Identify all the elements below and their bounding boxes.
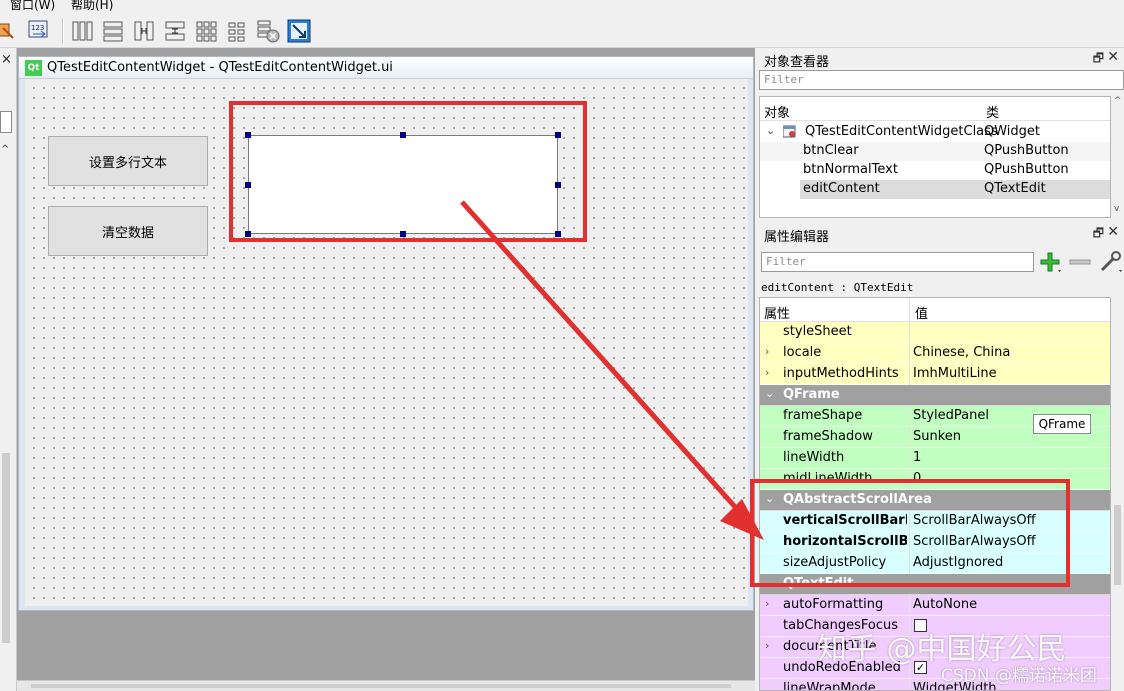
break-layout-icon[interactable] bbox=[255, 18, 281, 44]
widget-icon bbox=[782, 125, 797, 143]
resize-handle[interactable] bbox=[400, 132, 406, 138]
edit-tab-order-icon[interactable] bbox=[0, 18, 20, 44]
resize-handle[interactable] bbox=[245, 231, 251, 237]
tree-object-name: btnClear bbox=[803, 143, 859, 158]
tree-class-name: QPushButton bbox=[984, 162, 1069, 177]
clear-data-button[interactable]: 清空数据 bbox=[48, 206, 208, 256]
wrench-icon[interactable] bbox=[1098, 248, 1124, 277]
object-inspector-header: 对象查看器 🗗 ✕ bbox=[757, 48, 1124, 70]
property-row[interactable]: midLineWidth 0 bbox=[760, 469, 1110, 490]
object-tree: 对象 类 ⌄ QTestEditContentWidgetClass QWidg… bbox=[759, 96, 1111, 218]
layout-vertical-icon[interactable] bbox=[100, 18, 126, 44]
adjust-size-icon[interactable] bbox=[286, 18, 312, 44]
property-row[interactable]: verticalScrollBarP... ScrollBarAlwaysOff bbox=[760, 511, 1110, 532]
left-dock-scroll-up-icon[interactable]: ^ bbox=[1, 144, 9, 155]
tree-class-name: QTextEdit bbox=[984, 181, 1046, 196]
tree-class-name: QPushButton bbox=[984, 143, 1069, 158]
toolbar: 123 bbox=[0, 12, 1124, 48]
layout-horizontal-icon[interactable] bbox=[69, 18, 95, 44]
tree-row[interactable]: ⌄ QTestEditContentWidgetClass QWidget bbox=[760, 123, 1110, 142]
resize-handle[interactable] bbox=[245, 182, 251, 188]
resize-handle[interactable] bbox=[400, 231, 406, 237]
layout-form-icon[interactable] bbox=[224, 18, 250, 44]
chevron-down-icon[interactable]: ⌄ bbox=[765, 576, 774, 589]
tree-object-name: editContent bbox=[803, 181, 880, 196]
tree-object-name: btnNormalText bbox=[803, 162, 898, 177]
form-window: Qt QTestEditContentWidget - QTestEditCon… bbox=[18, 56, 754, 611]
tree-class-name: QWidget bbox=[984, 124, 1041, 139]
chevron-right-icon[interactable]: › bbox=[765, 597, 769, 610]
chevron-down-icon[interactable]: ⌄ bbox=[766, 124, 775, 137]
left-dock-close-icon[interactable]: × bbox=[1, 52, 12, 67]
chevron-right-icon[interactable]: › bbox=[765, 366, 769, 379]
property-row[interactable]: › autoFormatting AutoNone bbox=[760, 595, 1110, 616]
close-icon[interactable]: ✕ bbox=[1107, 49, 1119, 65]
designer-area: Qt QTestEditContentWidget - QTestEditCon… bbox=[17, 48, 755, 691]
column-header-class[interactable]: 类 bbox=[986, 102, 999, 121]
resize-handle[interactable] bbox=[555, 182, 561, 188]
column-header-value[interactable]: 值 bbox=[915, 303, 928, 322]
resize-handle[interactable] bbox=[555, 231, 561, 237]
property-row[interactable]: › inputMethodHints ImhMultiLine bbox=[760, 364, 1110, 385]
layout-grid-icon[interactable] bbox=[193, 18, 219, 44]
form-title: QTestEditContentWidget - QTestEditConten… bbox=[47, 60, 393, 75]
remove-property-icon[interactable] bbox=[1068, 251, 1092, 276]
tree-row[interactable]: btnNormalText QPushButton bbox=[760, 161, 1110, 180]
property-editor-title: 属性编辑器 bbox=[764, 230, 830, 245]
float-icon[interactable]: 🗗 bbox=[1093, 49, 1104, 70]
property-category-qframe[interactable]: ⌄ QFrame bbox=[760, 385, 1110, 406]
csdn-watermark: CSDN @糯诺诺米团 bbox=[941, 666, 1097, 686]
menu-window[interactable]: 窗口(W) bbox=[10, 0, 55, 12]
object-tree-header: 对象 类 bbox=[760, 97, 1110, 121]
menu-bar: 窗口(W) 帮助(H) bbox=[0, 0, 1124, 12]
designer-horizontal-scrollbar[interactable] bbox=[17, 680, 755, 691]
edit-buddies-icon[interactable]: 123 bbox=[26, 18, 52, 44]
selected-object-label: editContent : QTextEdit bbox=[761, 281, 914, 294]
right-dock-panel: 对象查看器 🗗 ✕ Filter 对象 类 ⌄ QTestEditContent… bbox=[757, 48, 1124, 691]
svg-text:123: 123 bbox=[31, 24, 44, 32]
property-table-header: 属性 值 bbox=[760, 298, 1110, 322]
property-filter-input[interactable]: Filter bbox=[761, 252, 1034, 272]
object-inspector-title: 对象查看器 bbox=[764, 55, 830, 70]
tree-row[interactable]: btnClear QPushButton bbox=[760, 142, 1110, 161]
property-row[interactable]: › locale Chinese, China bbox=[760, 343, 1110, 364]
tree-object-name: QTestEditContentWidgetClass bbox=[805, 124, 998, 139]
property-row[interactable]: sizeAdjustPolicy AdjustIgnored bbox=[760, 553, 1110, 574]
chevron-right-icon[interactable]: › bbox=[765, 345, 769, 358]
property-row[interactable]: lineWidth 1 bbox=[760, 448, 1110, 469]
menu-help[interactable]: 帮助(H) bbox=[71, 0, 113, 12]
form-title-bar: Qt QTestEditContentWidget - QTestEditCon… bbox=[19, 57, 753, 79]
resize-handle[interactable] bbox=[245, 132, 251, 138]
toolbar-separator bbox=[62, 18, 64, 44]
property-row[interactable]: horizontalScrollB... ScrollBarAlwaysOff bbox=[760, 532, 1110, 553]
qt-logo-icon: Qt bbox=[25, 60, 42, 76]
column-header-object[interactable]: 对象 bbox=[764, 102, 790, 121]
tooltip: QFrame bbox=[1033, 414, 1091, 434]
left-dock-strip: × ^ bbox=[0, 48, 17, 691]
chevron-down-icon[interactable]: ⌄ bbox=[765, 387, 774, 400]
chevron-right-icon[interactable]: › bbox=[765, 639, 769, 652]
resize-handle[interactable] bbox=[555, 132, 561, 138]
edit-content-textedit[interactable] bbox=[248, 135, 558, 234]
property-table-scrollbar[interactable] bbox=[1111, 297, 1124, 691]
property-category-qtextedit[interactable]: ⌄ QTextEdit bbox=[760, 574, 1110, 595]
property-editor-header: 属性编辑器 🗗 ✕ bbox=[757, 223, 1124, 245]
object-filter-input[interactable]: Filter bbox=[759, 70, 1124, 90]
add-property-icon[interactable] bbox=[1038, 250, 1064, 277]
layout-vertical-splitter-icon[interactable] bbox=[162, 18, 188, 44]
left-dock-scrollbar[interactable] bbox=[2, 453, 10, 643]
float-icon[interactable]: 🗗 bbox=[1093, 224, 1104, 245]
property-category-qabstractscrollarea[interactable]: ⌄ QAbstractScrollArea bbox=[760, 490, 1110, 511]
tree-row-selected[interactable]: editContent QTextEdit bbox=[800, 180, 1110, 199]
layout-horizontal-splitter-icon[interactable] bbox=[131, 18, 157, 44]
property-row[interactable]: styleSheet bbox=[760, 322, 1110, 343]
chevron-down-icon[interactable]: ⌄ bbox=[765, 492, 774, 505]
column-header-property[interactable]: 属性 bbox=[764, 303, 790, 322]
left-dock-field[interactable] bbox=[0, 111, 12, 133]
object-tree-scrollbar[interactable]: ^ v bbox=[1113, 96, 1124, 218]
close-icon[interactable]: ✕ bbox=[1107, 224, 1119, 240]
set-multiline-text-button[interactable]: 设置多行文本 bbox=[48, 136, 208, 186]
form-canvas[interactable]: 设置多行文本 清空数据 bbox=[25, 79, 748, 606]
